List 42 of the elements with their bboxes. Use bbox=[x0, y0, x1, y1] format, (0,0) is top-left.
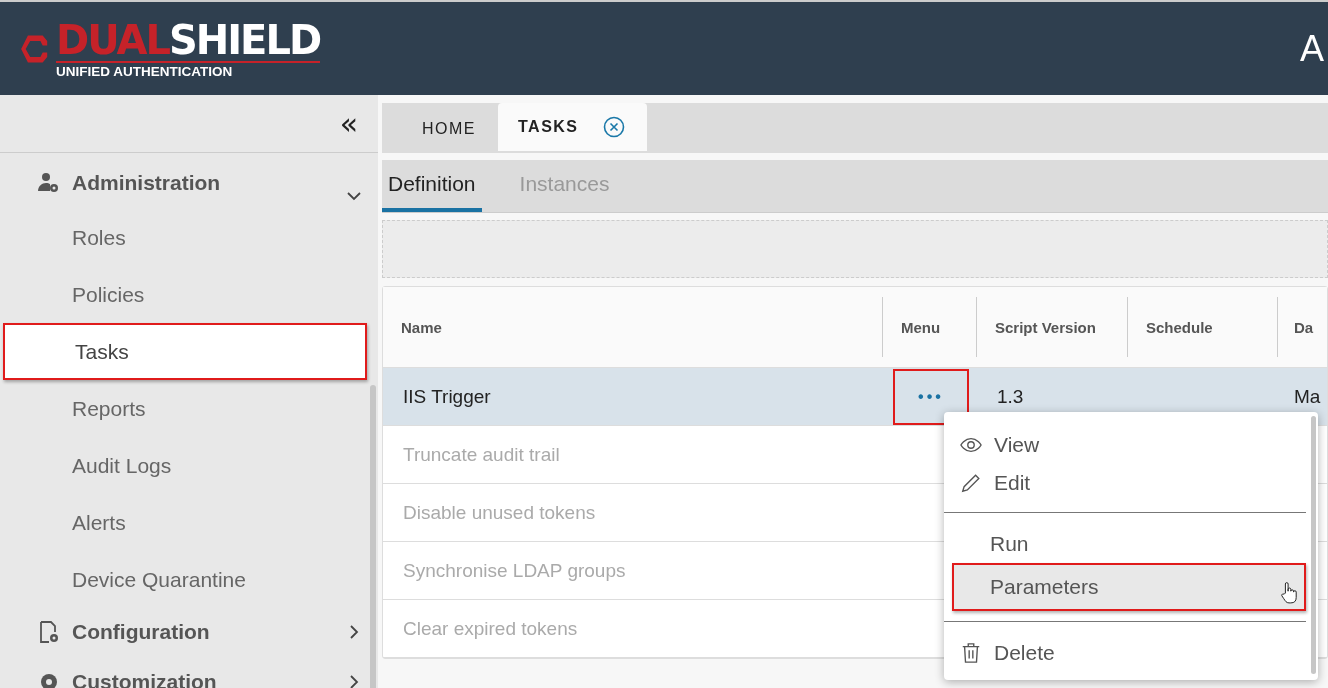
nav-item[interactable]: Audit Logs bbox=[0, 437, 368, 494]
tab[interactable]: TASKS bbox=[498, 103, 647, 151]
nav-item[interactable]: Reports bbox=[0, 380, 368, 437]
table-cell: 1.3 bbox=[997, 385, 1024, 407]
column-header[interactable]: Name bbox=[383, 297, 883, 357]
table-cell: Synchronise LDAP groups bbox=[403, 559, 626, 581]
menu-item[interactable]: View bbox=[944, 426, 1306, 464]
table-row[interactable]: IIS Trigger ••• 1.3 Ma bbox=[383, 368, 1327, 426]
table-cell: IIS Trigger bbox=[403, 385, 491, 407]
nav-item[interactable]: Alerts bbox=[0, 494, 368, 551]
tab-label: TASKS bbox=[518, 118, 579, 136]
tab-label: HOME bbox=[422, 120, 476, 138]
logo-wordmark: DUAL bbox=[56, 16, 169, 63]
nav-group[interactable]: Administration bbox=[0, 159, 378, 207]
table-cell: Clear expired tokens bbox=[403, 617, 578, 639]
nav-item[interactable]: Roles bbox=[0, 209, 368, 266]
pencil-icon bbox=[960, 472, 982, 494]
nav-group[interactable]: Configuration bbox=[0, 608, 378, 656]
app-title: A bbox=[1300, 27, 1324, 70]
logo-wordmark: SHIELD bbox=[168, 16, 321, 63]
scrollbar[interactable] bbox=[370, 385, 376, 688]
column-header[interactable]: Da bbox=[1278, 297, 1318, 357]
nav-item[interactable]: Policies bbox=[0, 266, 368, 323]
table-cell: Ma bbox=[1294, 385, 1321, 407]
column-header[interactable]: Script Version bbox=[977, 297, 1128, 357]
close-icon[interactable] bbox=[602, 116, 625, 138]
nav-item[interactable]: Device Quarantine bbox=[0, 551, 368, 608]
scrollbar[interactable] bbox=[1311, 416, 1316, 674]
nav-item[interactable]: Tasks bbox=[3, 323, 367, 380]
trash-icon bbox=[960, 642, 982, 664]
column-header[interactable]: Schedule bbox=[1128, 297, 1278, 357]
logo-tagline: UNIFIED AUTHENTICATION bbox=[56, 60, 321, 79]
document-gear-icon bbox=[37, 620, 61, 644]
table-cell: Truncate audit trail bbox=[403, 443, 560, 465]
menu-item[interactable]: Parameters bbox=[952, 563, 1306, 611]
user-gear-icon bbox=[37, 171, 61, 195]
tab[interactable]: HOME bbox=[384, 105, 498, 153]
subtab[interactable]: Definition bbox=[382, 160, 482, 212]
column-header[interactable]: Menu bbox=[883, 297, 977, 357]
hand-cursor-icon bbox=[1280, 580, 1298, 606]
table-cell: Disable unused tokens bbox=[403, 501, 596, 523]
collapse-button[interactable]: « bbox=[335, 108, 362, 139]
